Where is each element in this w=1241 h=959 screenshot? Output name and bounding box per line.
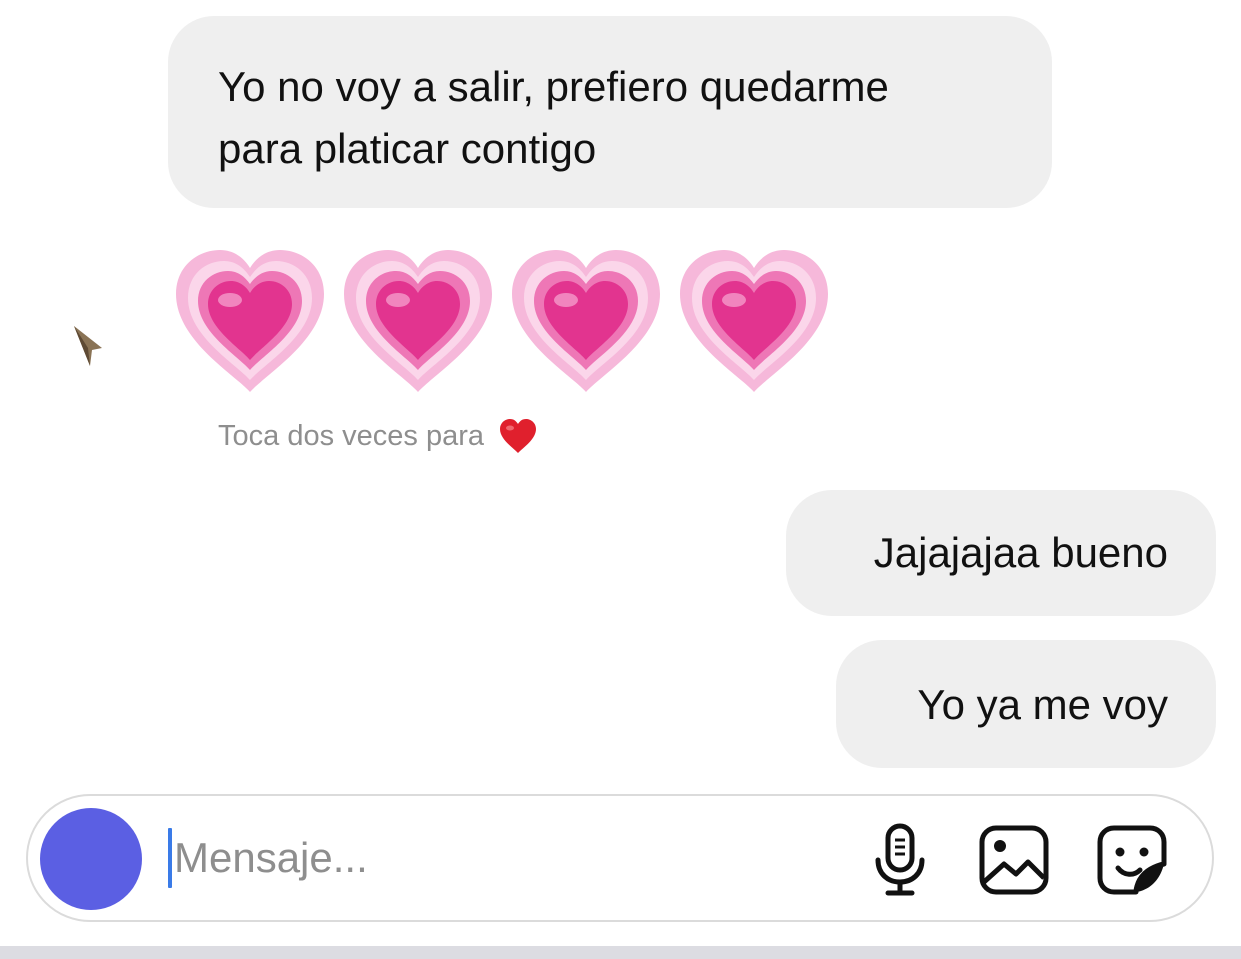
message-text-line-2: para platicar contigo: [218, 125, 597, 172]
growing-heart-icon: [512, 250, 660, 392]
microphone-button[interactable]: [862, 822, 938, 898]
outgoing-message-bubble[interactable]: Yo ya me voy: [836, 640, 1216, 768]
red-heart-icon: [499, 419, 536, 453]
sticker-button[interactable]: [1094, 822, 1170, 898]
incoming-message-bubble[interactable]: Yo no voy a salir, prefiero quedarme par…: [168, 16, 1052, 208]
growing-heart-icon: [344, 250, 492, 392]
growing-heart-icon: [680, 250, 828, 392]
message-text-line-1: Yo no voy a salir, prefiero quedarme: [218, 63, 889, 110]
outgoing-message-bubble[interactable]: Jajajajaa bueno: [786, 490, 1216, 616]
gallery-icon: [979, 825, 1049, 895]
sticker-icon: [1097, 825, 1167, 895]
emoji-message[interactable]: [172, 246, 842, 396]
double-tap-hint: Toca dos veces para: [218, 414, 538, 458]
microphone-icon: [875, 823, 925, 896]
double-tap-hint-text: Toca dos veces para: [218, 420, 484, 452]
sender-pointer-icon: [74, 326, 102, 366]
bottom-bar: [0, 946, 1241, 959]
gallery-button[interactable]: [976, 822, 1052, 898]
chat-screen: Yo no voy a salir, prefiero quedarme par…: [0, 0, 1241, 959]
message-composer: [26, 794, 1214, 922]
avatar[interactable]: [40, 808, 142, 910]
growing-heart-icon: [176, 250, 324, 392]
message-input[interactable]: [172, 818, 814, 898]
